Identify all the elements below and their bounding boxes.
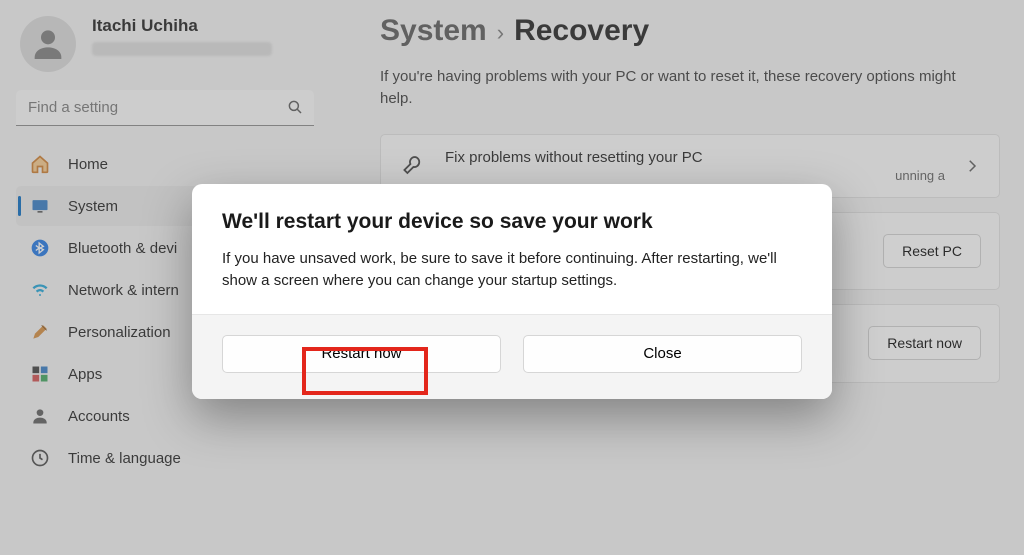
apps-icon	[30, 364, 50, 384]
dialog-close-button[interactable]: Close	[523, 335, 802, 373]
profile-text: Itachi Uchiha	[92, 16, 272, 56]
system-icon	[30, 196, 50, 216]
sidebar-item-label: Personalization	[68, 324, 171, 341]
accounts-icon	[30, 406, 50, 426]
sidebar-item-label: Apps	[68, 366, 102, 383]
dialog-title: We'll restart your device so save your w…	[222, 210, 802, 234]
search-icon	[286, 98, 304, 116]
sidebar-item-home[interactable]: Home	[16, 144, 314, 184]
bluetooth-icon	[30, 238, 50, 258]
home-icon	[30, 154, 50, 174]
chevron-right-icon	[963, 157, 981, 175]
avatar	[20, 16, 76, 72]
person-icon	[28, 24, 68, 64]
sidebar-item-label: Home	[68, 156, 108, 173]
sidebar-item-label: System	[68, 198, 118, 215]
search-box[interactable]	[16, 90, 314, 126]
settings-window: Itachi Uchiha Home System	[0, 0, 1024, 555]
sidebar-item-label: Network & intern	[68, 282, 179, 299]
restart-dialog: We'll restart your device so save your w…	[192, 184, 832, 399]
breadcrumb-parent[interactable]: System	[380, 14, 487, 48]
sidebar-item-label: Bluetooth & devi	[68, 240, 177, 257]
restart-now-button[interactable]: Restart now	[868, 326, 981, 360]
dialog-restart-now-button[interactable]: Restart now	[222, 335, 501, 373]
time-icon	[30, 448, 50, 468]
personalization-icon	[30, 322, 50, 342]
sidebar-item-time[interactable]: Time & language	[16, 438, 314, 478]
search-input[interactable]	[16, 90, 314, 126]
card-subtitle-fragment: unning a	[565, 168, 945, 183]
dialog-actions: Restart now Close	[192, 314, 832, 399]
breadcrumb: System › Recovery	[380, 14, 1000, 48]
profile-name: Itachi Uchiha	[92, 16, 272, 36]
profile-email-redacted	[92, 42, 272, 56]
dialog-body: If you have unsaved work, be sure to sav…	[222, 248, 802, 292]
card-title: Fix problems without resetting your PC	[445, 149, 945, 166]
sidebar-item-label: Time & language	[68, 450, 181, 467]
reset-pc-button[interactable]: Reset PC	[883, 234, 981, 268]
profile-block[interactable]: Itachi Uchiha	[20, 16, 314, 72]
troubleshoot-icon	[399, 152, 427, 180]
chevron-right-icon: ›	[497, 20, 504, 46]
sidebar-item-label: Accounts	[68, 408, 130, 425]
breadcrumb-current: Recovery	[514, 14, 649, 48]
page-description: If you're having problems with your PC o…	[380, 66, 980, 110]
sidebar-item-accounts[interactable]: Accounts	[16, 396, 314, 436]
network-icon	[30, 280, 50, 300]
